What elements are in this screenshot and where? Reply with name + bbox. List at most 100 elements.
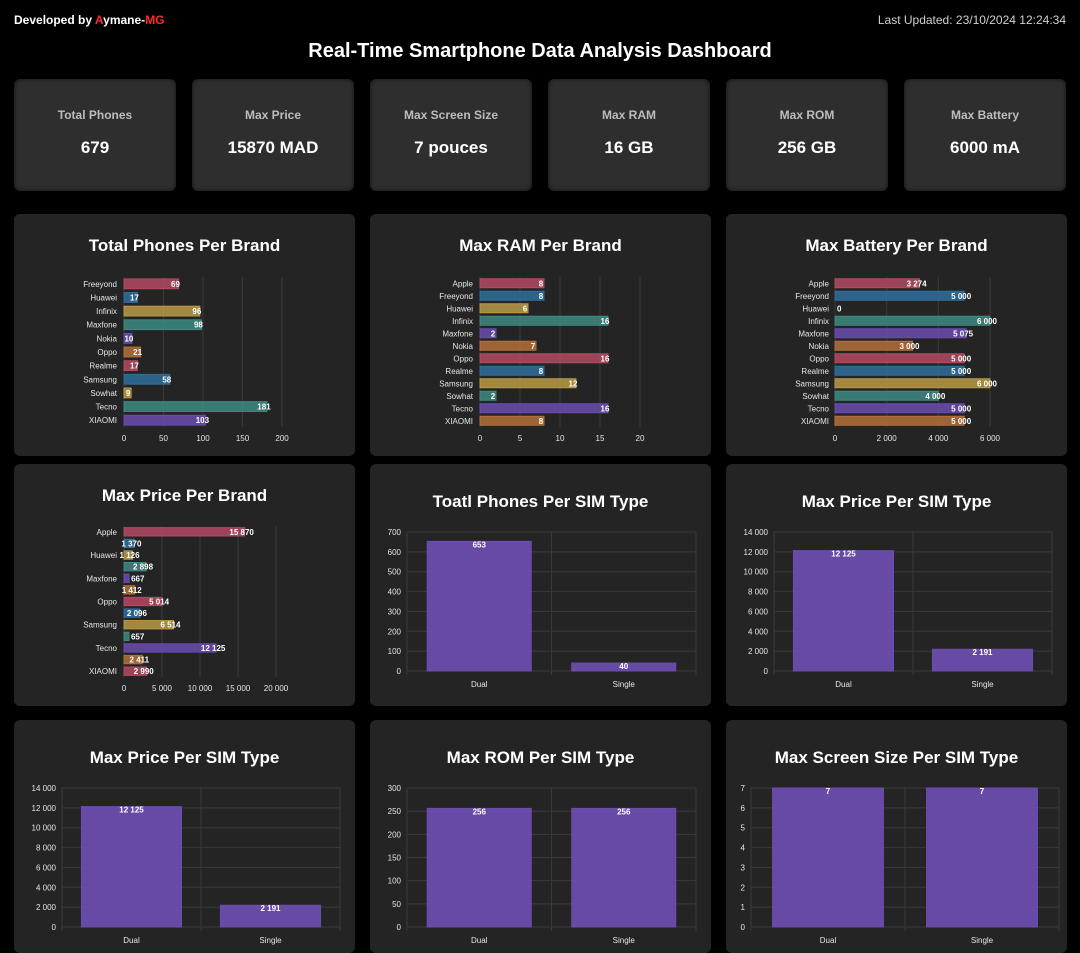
bar (834, 290, 965, 301)
data-label: 181 (257, 403, 271, 412)
data-label: 1 370 (121, 539, 142, 548)
y-tick-label: Realme (801, 367, 829, 376)
chart-card-max-price-per-sim: Max Price Per SIM Type 02 000 4 000 6 000 8… (726, 464, 1067, 706)
data-label: 5 000 (951, 367, 972, 376)
chart-total-phones-per-brand: 0 50 100 150 200 Freeyond 69 Huawei 17 Infinix 96 M… (83, 277, 289, 443)
data-label: 2 (491, 329, 496, 338)
x-tick-label: Dual (471, 680, 488, 689)
y-tick-label: 6 000 (36, 863, 57, 872)
y-tick-label: 700 (388, 528, 402, 537)
chart-card-max-price-per-sim-2: Max Price Per SIM Type 02 000 4 000 6 000 8… (14, 720, 355, 953)
bar (834, 415, 965, 426)
data-label: 5 075 (953, 329, 974, 338)
x-tick-label: 200 (275, 434, 289, 443)
x-tick-label: Single (259, 936, 282, 945)
bar (479, 303, 529, 314)
y-tick-label: 4 000 (748, 627, 769, 636)
x-tick-label: 4 000 (928, 434, 949, 443)
y-tick-label: 1 (741, 903, 746, 912)
x-tick-label: Single (613, 680, 636, 689)
y-tick-label: 200 (388, 830, 402, 839)
y-tick-label: Sowhat (446, 392, 473, 401)
stat-card-max-price: Max Price 15870 MAD (192, 79, 354, 191)
data-label: 21 (133, 348, 142, 357)
data-label: 667 (131, 574, 145, 583)
chart-card-total-phones-per-sim: Toatl Phones Per SIM Type 0 100 200 300 400 5… (370, 464, 711, 706)
y-tick-label: Apple (97, 528, 118, 537)
stat-card-max-battery: Max Battery 6000 mA (904, 79, 1066, 191)
data-label: 17 (130, 293, 139, 302)
data-label: 0 (837, 304, 842, 313)
bar (571, 807, 677, 928)
stat-label: Max Screen Size (403, 108, 499, 122)
bar (426, 540, 532, 672)
y-tick-label: Realme (89, 362, 117, 371)
y-tick-label: Maxfone (86, 574, 117, 583)
chart-max-screen-size-per-sim: 0 1 2 3 4 5 6 7 7 Dual 7 Single (741, 784, 1060, 945)
bar (834, 378, 991, 389)
x-tick-label: 0 (122, 684, 127, 693)
bar (479, 340, 537, 351)
y-tick-label: Samsung (83, 621, 117, 630)
chart-max-battery-per-brand: 0 2 000 4 000 6 000 Apple 3 274 Freeyond 5 000 H… (795, 277, 1001, 443)
data-label: 5 000 (951, 417, 972, 426)
bar (834, 390, 939, 401)
y-tick-label: 14 000 (32, 784, 57, 793)
developer-name-first: A (94, 13, 104, 27)
data-label: 103 (196, 416, 210, 425)
y-tick-label: 6 (741, 804, 746, 813)
bar (479, 403, 609, 414)
chart-card-max-screen-size-per-sim: Max Screen Size Per SIM Type 0 1 2 3 4 5 6 7 7 Du… (726, 720, 1067, 953)
data-label: 2 191 (972, 648, 993, 657)
stat-label: Max RAM (601, 108, 656, 122)
x-tick-label: 50 (159, 434, 168, 443)
y-tick-label: 8 000 (36, 844, 57, 853)
x-tick-label: Single (971, 936, 994, 945)
data-label: 6 000 (977, 317, 998, 326)
y-tick-label: Nokia (97, 334, 118, 343)
x-tick-label: 5 000 (152, 684, 173, 693)
data-label: 2 096 (127, 609, 148, 618)
y-tick-label: XIAOMI (89, 416, 117, 425)
data-label: 15 870 (229, 528, 254, 537)
data-label: 2 898 (133, 563, 154, 572)
y-tick-label: Tecno (96, 403, 118, 412)
y-tick-label: 6 000 (748, 607, 769, 616)
bar (426, 807, 532, 928)
developer-name-mid: ymane- (103, 13, 146, 27)
bar (123, 527, 246, 537)
y-tick-label: 0 (52, 923, 57, 932)
y-tick-label: 500 (388, 568, 402, 577)
y-tick-label: Sowhat (802, 392, 829, 401)
data-label: 8 (539, 367, 544, 376)
y-tick-label: 50 (392, 900, 401, 909)
y-tick-label: Nokia (453, 342, 474, 351)
y-tick-label: Freeyond (83, 280, 117, 289)
bar (479, 365, 545, 376)
y-tick-label: 250 (388, 807, 402, 816)
stat-value: 7 pouces (414, 138, 488, 157)
chart-card-total-phones-per-brand: Total Phones Per Brand 0 50 100 150 200 Freey… (14, 214, 355, 456)
developer-credit: Developed by Aymane-MG (14, 13, 165, 27)
stat-label: Total Phones (57, 108, 133, 122)
y-tick-label: Freeyond (795, 292, 829, 301)
data-label: 16 (601, 317, 610, 326)
y-tick-label: 0 (397, 667, 402, 676)
chart-card-max-price-per-brand: Max Price Per Brand 05 000 10 000 15 000 20… (14, 464, 355, 706)
x-tick-label: Single (971, 680, 994, 689)
data-label: 2 411 (130, 656, 150, 665)
x-tick-label: 10 (556, 434, 565, 443)
bar (834, 315, 991, 326)
data-label: 7 (826, 787, 831, 796)
bar (479, 290, 545, 301)
top-bar: Developed by Aymane-MG Last Updated: 23/… (0, 0, 1080, 40)
y-tick-label: 400 (388, 588, 402, 597)
y-tick-label: Maxfone (798, 329, 829, 338)
data-label: 5 000 (951, 404, 972, 413)
y-tick-label: Huawei (90, 551, 117, 560)
y-tick-label: Apple (809, 279, 830, 288)
y-tick-label: 8 000 (748, 588, 769, 597)
x-tick-label: 150 (236, 434, 250, 443)
stat-label: Max ROM (779, 108, 835, 122)
stat-card-total-phones: Total Phones 679 (14, 79, 176, 191)
